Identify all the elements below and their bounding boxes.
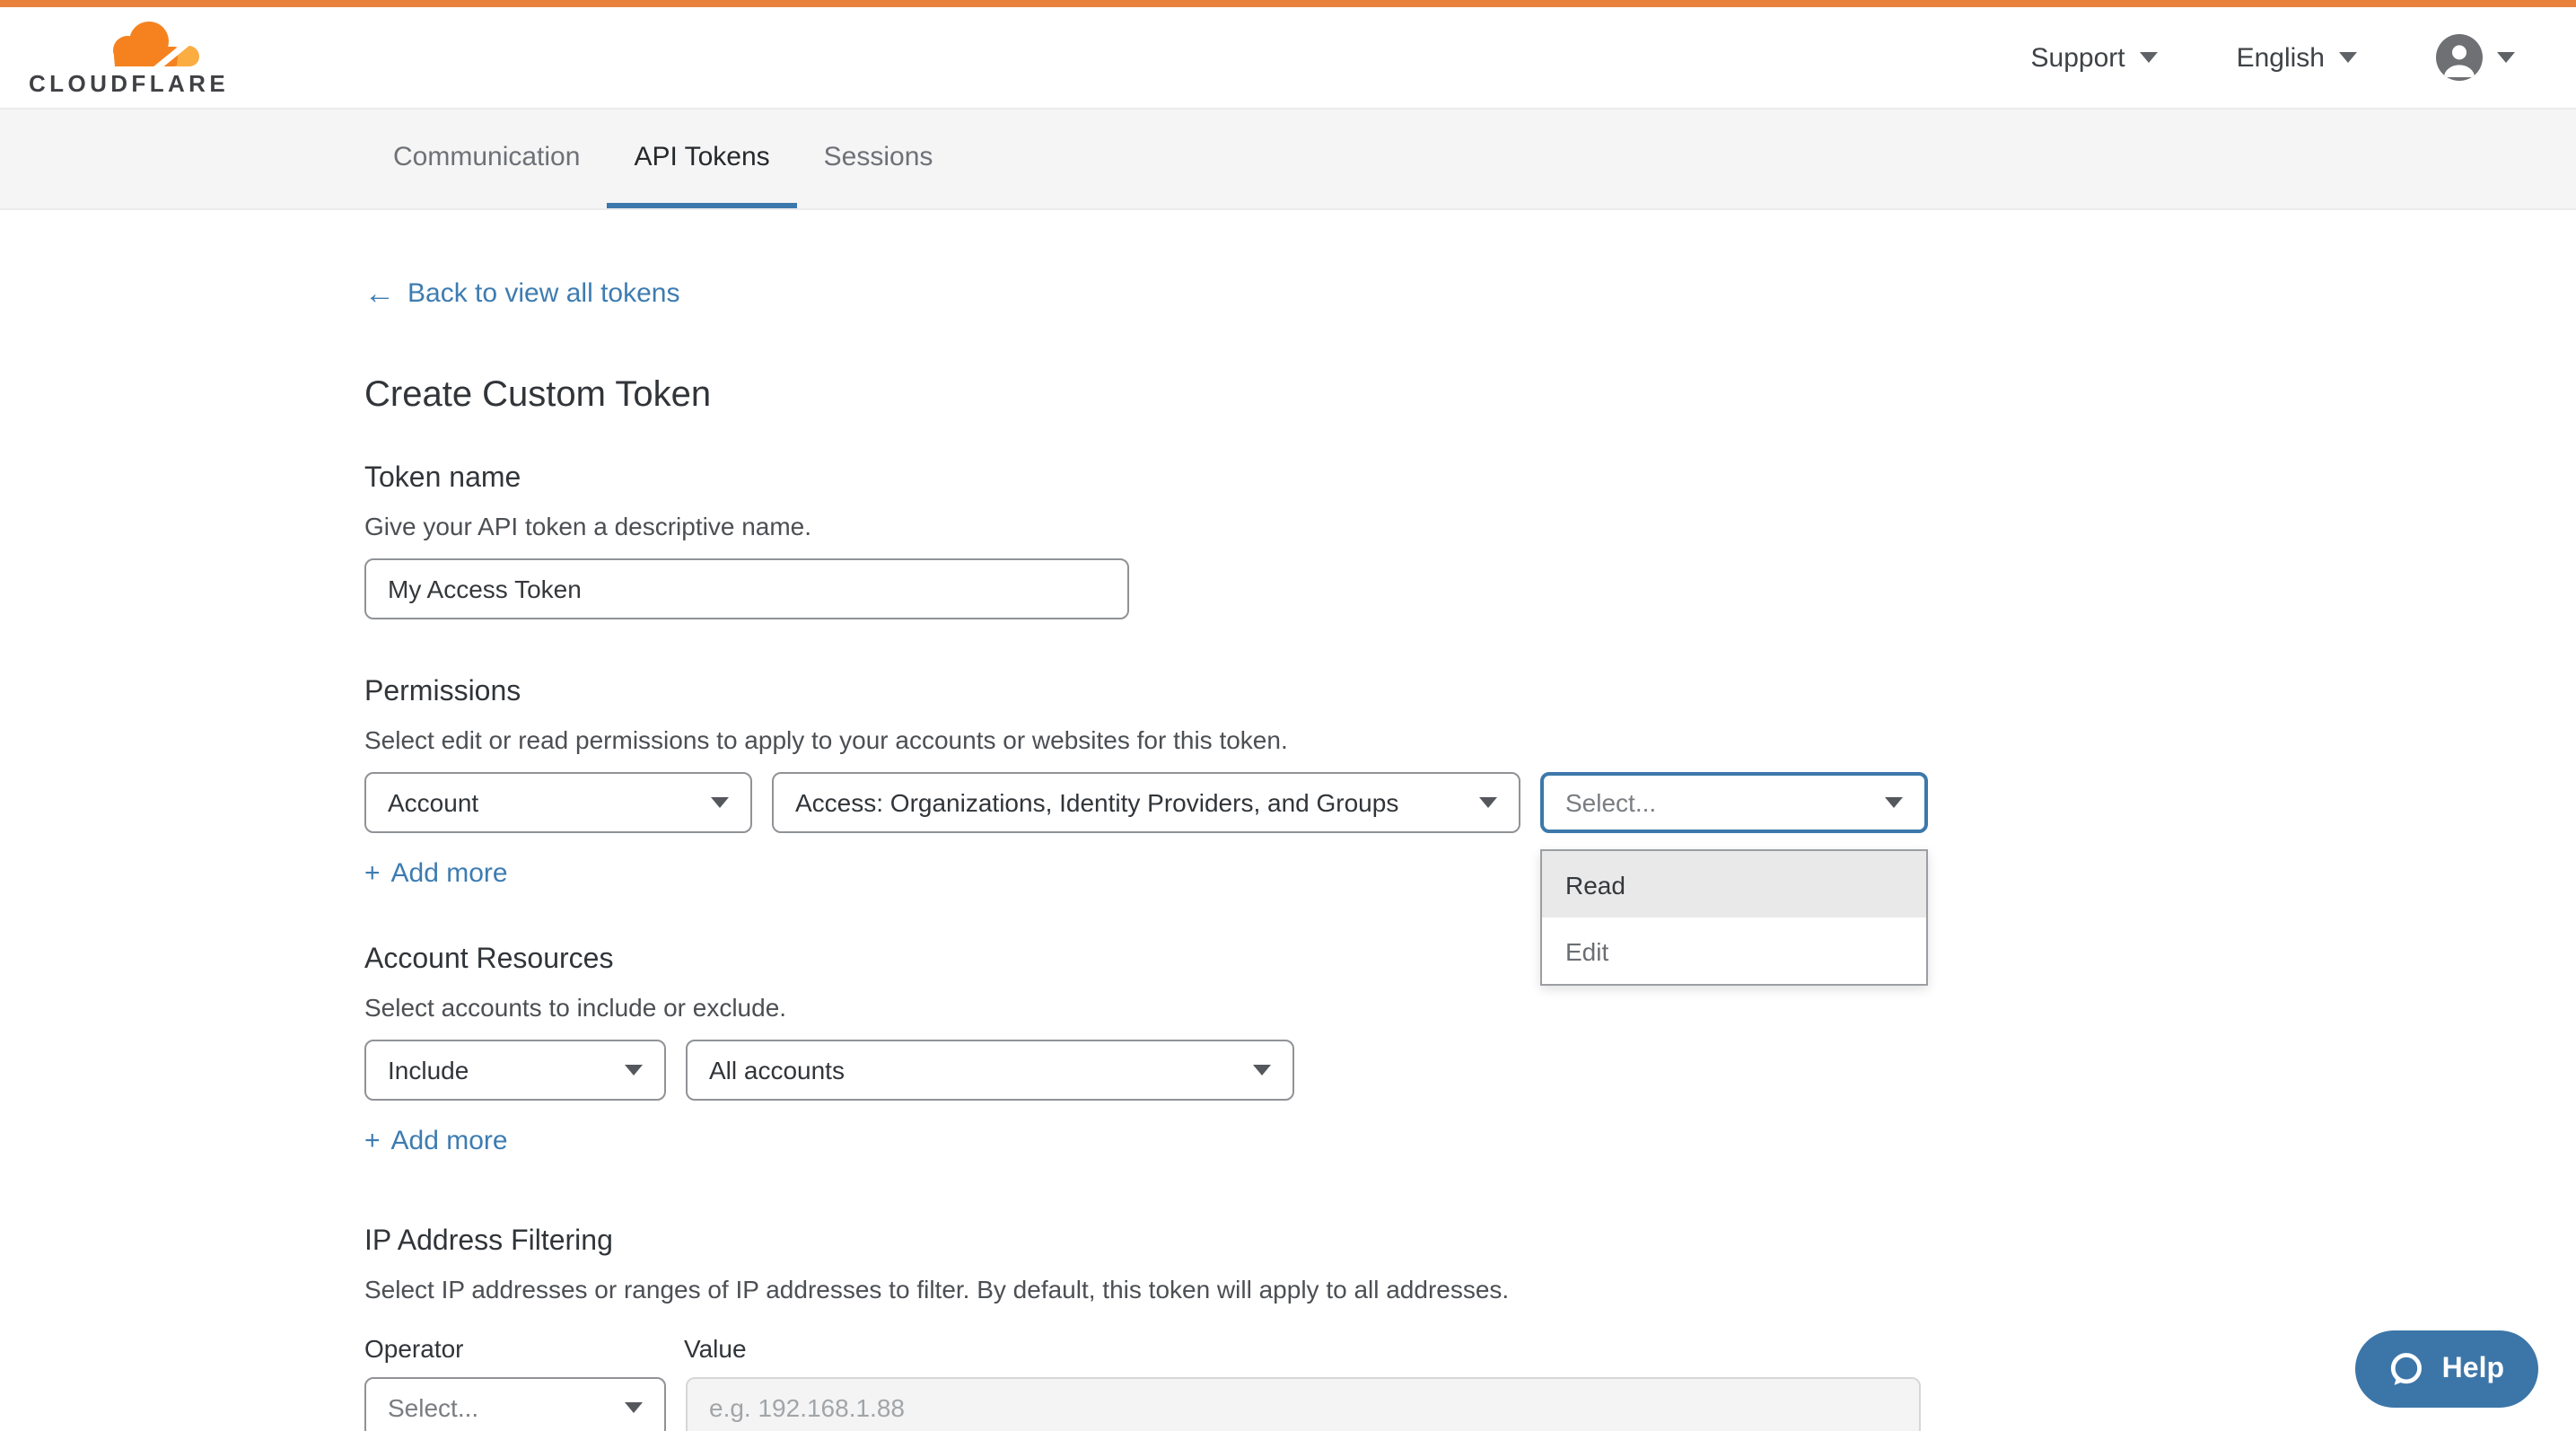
permission-group-value: Access: Organizations, Identity Provider… (795, 788, 1398, 817)
resources-scope-select[interactable]: All accounts (686, 1040, 1294, 1101)
permission-group-select[interactable]: Access: Organizations, Identity Provider… (772, 772, 1520, 833)
ip-filtering-section: IP Address Filtering Select IP addresses… (364, 1226, 2576, 1431)
top-accent-bar (0, 0, 2576, 7)
plus-icon: + (364, 858, 381, 889)
permission-level-select-wrap: Select... Read Edit (1540, 772, 1928, 833)
token-name-description: Give your API token a descriptive name. (364, 512, 2576, 540)
support-label: Support (2031, 42, 2125, 73)
operator-select[interactable]: Select... (364, 1377, 666, 1431)
language-label: English (2237, 42, 2325, 73)
permissions-row: Account Access: Organizations, Identity … (364, 772, 2576, 833)
account-resources-description: Select accounts to include or exclude. (364, 993, 2576, 1022)
ip-filtering-labels: Operator Value (364, 1334, 2576, 1363)
tab-sessions[interactable]: Sessions (797, 110, 960, 208)
account-resources-heading: Account Resources (364, 944, 2576, 977)
ip-filtering-description: Select IP addresses or ranges of IP addr… (364, 1275, 2576, 1304)
tab-label: Communication (393, 141, 580, 171)
chevron-down-icon (1253, 1065, 1271, 1075)
permissions-description: Select edit or read permissions to apply… (364, 725, 2576, 754)
permission-level-menu: Read Edit (1540, 849, 1928, 986)
support-menu[interactable]: Support (2031, 42, 2158, 73)
back-to-tokens-link[interactable]: ← Back to view all tokens (364, 278, 680, 309)
operator-placeholder: Select... (388, 1393, 478, 1422)
menu-option-edit[interactable]: Edit (1542, 917, 1926, 984)
ip-filtering-heading: IP Address Filtering (364, 1226, 2576, 1259)
permission-scope-value: Account (388, 788, 478, 817)
tab-communication[interactable]: Communication (366, 110, 607, 208)
cloudflare-logo[interactable]: CLOUDFLARE (29, 19, 229, 96)
header: CLOUDFLARE Support English (0, 7, 2576, 108)
permission-level-select[interactable]: Select... (1540, 772, 1928, 833)
chevron-down-icon (625, 1402, 643, 1413)
add-more-label: Add more (391, 1126, 508, 1156)
resources-mode-value: Include (388, 1056, 469, 1084)
permissions-section: Permissions Select edit or read permissi… (364, 677, 2576, 891)
language-menu[interactable]: English (2237, 42, 2357, 73)
back-link-label: Back to view all tokens (407, 278, 680, 309)
help-button-label: Help (2442, 1353, 2504, 1385)
back-arrow-icon: ← (364, 278, 395, 309)
menu-option-read[interactable]: Read (1542, 851, 1926, 917)
menu-option-label: Read (1565, 870, 1625, 899)
account-menu[interactable] (2436, 34, 2515, 81)
chevron-down-icon (625, 1065, 643, 1075)
token-name-heading: Token name (364, 463, 2576, 496)
cloudflare-wordmark: CLOUDFLARE (29, 69, 229, 96)
resources-scope-value: All accounts (709, 1056, 845, 1084)
permission-level-placeholder: Select... (1565, 788, 1656, 817)
help-button[interactable]: Help (2356, 1330, 2538, 1408)
chevron-down-icon (2140, 52, 2158, 63)
tab-label: Sessions (824, 141, 933, 171)
chat-bubble-icon (2387, 1349, 2426, 1389)
ip-value-input[interactable] (686, 1377, 1921, 1431)
token-name-input[interactable] (364, 558, 1129, 619)
cloudflare-cloud-icon (104, 19, 201, 67)
main-content: ← Back to view all tokens Create Custom … (0, 210, 2576, 1431)
account-resources-section: Account Resources Select accounts to inc… (364, 944, 2576, 1158)
tab-api-tokens[interactable]: API Tokens (607, 110, 796, 208)
resources-add-more-link[interactable]: + Add more (364, 1126, 508, 1156)
page: CLOUDFLARE Support English (0, 0, 2576, 1431)
permission-scope-select[interactable]: Account (364, 772, 752, 833)
permissions-add-more-link[interactable]: + Add more (364, 858, 508, 889)
page-title: Create Custom Token (364, 375, 2576, 417)
operator-label: Operator (364, 1334, 684, 1363)
chevron-down-icon (1885, 797, 1903, 808)
menu-option-label: Edit (1565, 936, 1608, 965)
chevron-down-icon (2497, 52, 2515, 63)
add-more-label: Add more (391, 858, 508, 889)
header-nav: Support English (2031, 34, 2516, 81)
tab-bar: Communication API Tokens Sessions (0, 108, 2576, 210)
ip-filtering-row: Select... (364, 1377, 2576, 1431)
chevron-down-icon (711, 797, 729, 808)
chevron-down-icon (2339, 52, 2357, 63)
permissions-heading: Permissions (364, 677, 2576, 709)
resources-mode-select[interactable]: Include (364, 1040, 666, 1101)
plus-icon: + (364, 1126, 381, 1156)
user-avatar-icon (2436, 34, 2483, 81)
account-resources-row: Include All accounts (364, 1040, 2576, 1101)
value-label: Value (684, 1334, 747, 1363)
tab-label: API Tokens (634, 141, 769, 171)
chevron-down-icon (1479, 797, 1497, 808)
token-name-section: Token name Give your API token a descrip… (364, 463, 2576, 619)
